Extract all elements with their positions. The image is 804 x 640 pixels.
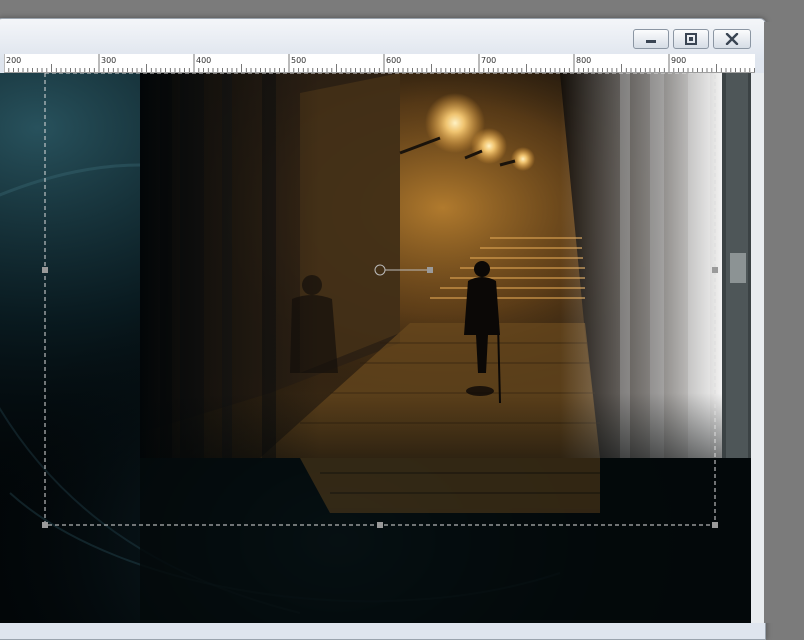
minimize-icon	[646, 40, 656, 43]
maximize-icon	[685, 33, 697, 45]
close-button[interactable]	[713, 29, 751, 49]
ruler-label: 600	[386, 56, 401, 65]
horizontal-ruler[interactable]: 200 300 400 500 600 700 800 900	[4, 54, 755, 73]
photo-reflection	[300, 458, 600, 513]
ruler-label: 200	[6, 56, 21, 65]
vertical-scroll-gutter[interactable]	[751, 73, 764, 623]
selection-handle[interactable]	[42, 522, 48, 528]
ruler-ticks: 200 300 400 500 600 700 800 900	[4, 54, 755, 72]
right-stripe-column	[722, 73, 751, 458]
street-lamp	[471, 128, 507, 164]
rotate-handle[interactable]	[427, 267, 433, 273]
alley-photo	[140, 73, 722, 458]
selection-handle[interactable]	[712, 522, 718, 528]
window-edge	[764, 22, 804, 623]
close-icon	[725, 33, 739, 45]
street-lamp	[511, 147, 535, 171]
ruler-label: 700	[481, 56, 496, 65]
maximize-button[interactable]	[673, 29, 709, 49]
selection-handle[interactable]	[377, 522, 383, 528]
ruler-label: 800	[576, 56, 591, 65]
selection-handle[interactable]	[712, 267, 718, 273]
ruler-label: 300	[101, 56, 116, 65]
ruler-label: 500	[291, 56, 306, 65]
ruler-label: 400	[196, 56, 211, 65]
canvas-artwork	[0, 73, 751, 623]
selection-handle[interactable]	[42, 267, 48, 273]
minimize-button[interactable]	[633, 29, 669, 49]
title-bar[interactable]	[0, 19, 765, 55]
image-canvas[interactable]	[0, 73, 751, 623]
ruler-label: 900	[671, 56, 686, 65]
